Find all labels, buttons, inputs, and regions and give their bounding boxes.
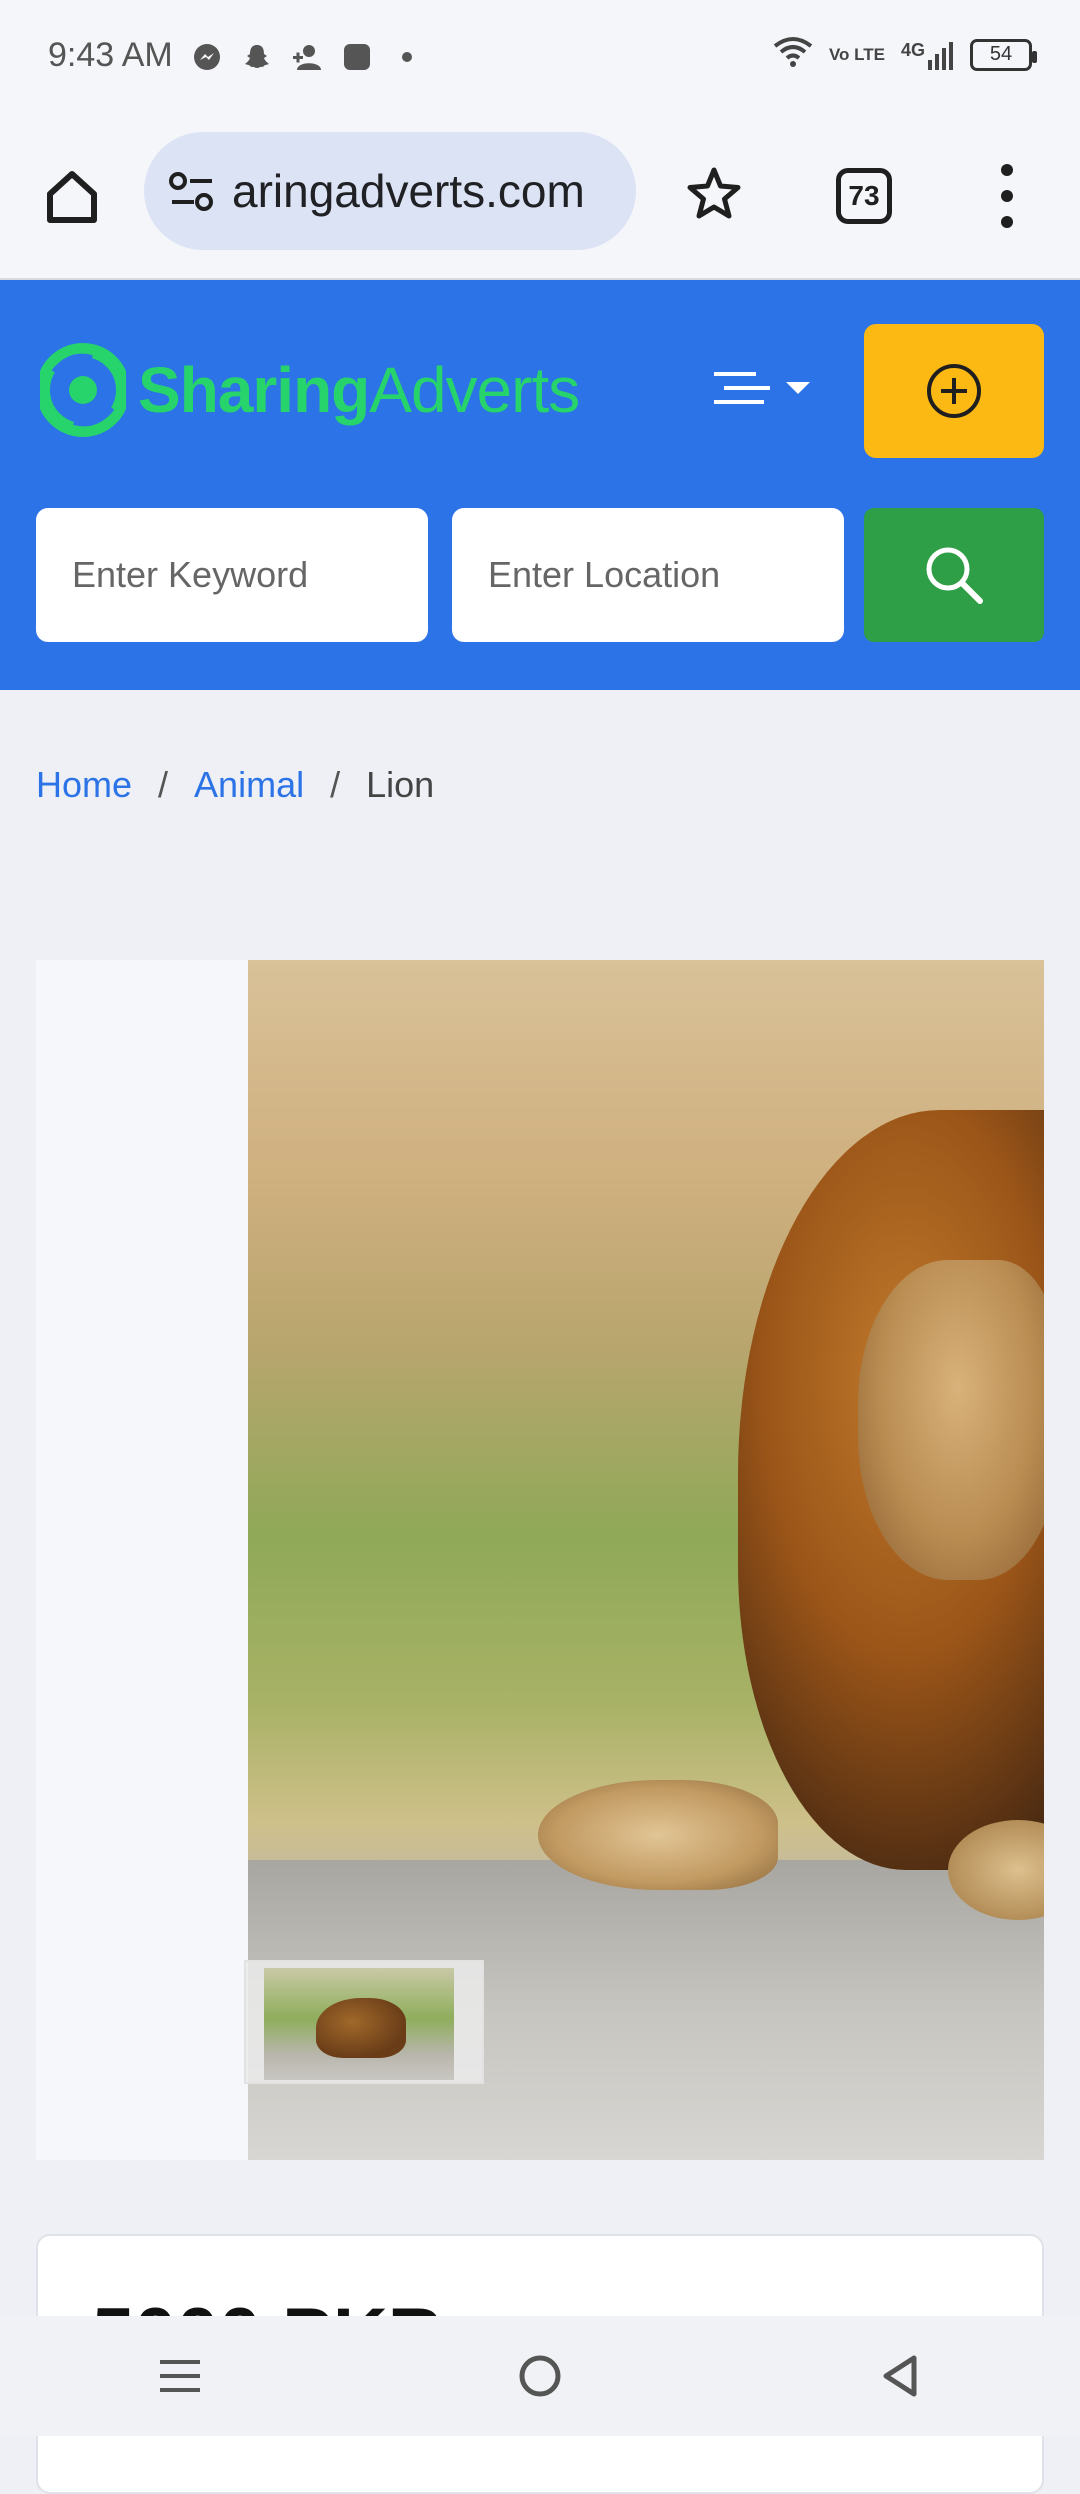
nav-menu-toggle[interactable] <box>714 368 810 408</box>
menu-dot <box>1001 190 1013 202</box>
back-triangle-icon <box>883 2355 917 2397</box>
add-person-icon <box>290 40 324 74</box>
address-bar[interactable]: aringadverts.com <box>144 132 636 250</box>
home-nav-button[interactable] <box>500 2336 580 2416</box>
image-gallery <box>36 960 1044 2160</box>
battery-icon: 54 <box>970 38 1037 71</box>
site-settings-icon[interactable] <box>168 170 216 214</box>
home-icon <box>47 171 97 223</box>
menu-dot <box>1001 216 1013 228</box>
breadcrumb-home[interactable]: Home <box>36 764 132 806</box>
browser-menu-button[interactable] <box>992 164 1022 228</box>
snapchat-icon <box>240 40 274 74</box>
plus-circle-icon <box>927 364 981 418</box>
chevron-down-icon <box>786 382 810 394</box>
circle-home-icon <box>519 2355 561 2397</box>
star-icon <box>687 167 741 219</box>
photo-lion-face <box>858 1260 1044 1580</box>
browser-toolbar: aringadverts.com 73 <box>0 118 1080 280</box>
site-logo[interactable]: SharingAdverts <box>40 332 580 448</box>
thumbnail-lion <box>316 1998 406 2058</box>
status-time: 9:43 AM <box>48 36 173 74</box>
logo-text-light: Adverts <box>369 354 580 426</box>
menu-lines-icon <box>160 2360 200 2392</box>
logo-icon <box>40 343 126 437</box>
search-button[interactable] <box>864 508 1044 642</box>
bookmark-button[interactable] <box>680 160 748 228</box>
logo-text: SharingAdverts <box>138 353 580 427</box>
home-button[interactable] <box>36 160 108 232</box>
network-type: 4G <box>900 39 925 60</box>
gallery-thumbnail[interactable] <box>244 1960 484 2084</box>
hamburger-icon <box>714 372 770 404</box>
messenger-icon <box>190 40 224 74</box>
notification-icons <box>190 40 424 74</box>
signal-icon: 4G <box>901 40 954 70</box>
breadcrumb-current: Lion <box>366 764 435 805</box>
breadcrumb-animal[interactable]: Animal <box>194 764 304 806</box>
volte-label: Vo LTE <box>828 44 885 64</box>
location-input[interactable] <box>452 508 844 642</box>
recent-apps-button[interactable] <box>140 2336 220 2416</box>
breadcrumb-separator: / <box>330 764 341 805</box>
system-icons: Vo LTE 4G 54 <box>773 36 1037 73</box>
photo-lion-paw <box>538 1780 778 1890</box>
dot-icon <box>390 40 424 74</box>
url-text: aringadverts.com <box>232 165 585 217</box>
app-square-icon <box>340 40 374 74</box>
breadcrumb-separator: / <box>158 764 169 805</box>
keyword-input[interactable] <box>36 508 428 642</box>
back-nav-button[interactable] <box>860 2336 940 2416</box>
menu-dot <box>1001 164 1013 176</box>
battery-level: 54 <box>989 43 1013 65</box>
system-navigation-bar <box>0 2316 1080 2436</box>
search-icon <box>926 547 983 604</box>
breadcrumb: Home / Animal / Lion <box>36 764 434 806</box>
status-bar: 9:43 AM Vo LTE 4G 54 <box>0 0 1080 118</box>
site-header: SharingAdverts <box>0 280 1080 690</box>
thumbnail-image <box>264 1968 454 2080</box>
tab-switcher-button[interactable]: 73 <box>836 168 892 224</box>
logo-text-bold: Sharing <box>138 354 370 426</box>
wifi-icon <box>773 36 813 73</box>
post-ad-button[interactable] <box>864 324 1044 458</box>
